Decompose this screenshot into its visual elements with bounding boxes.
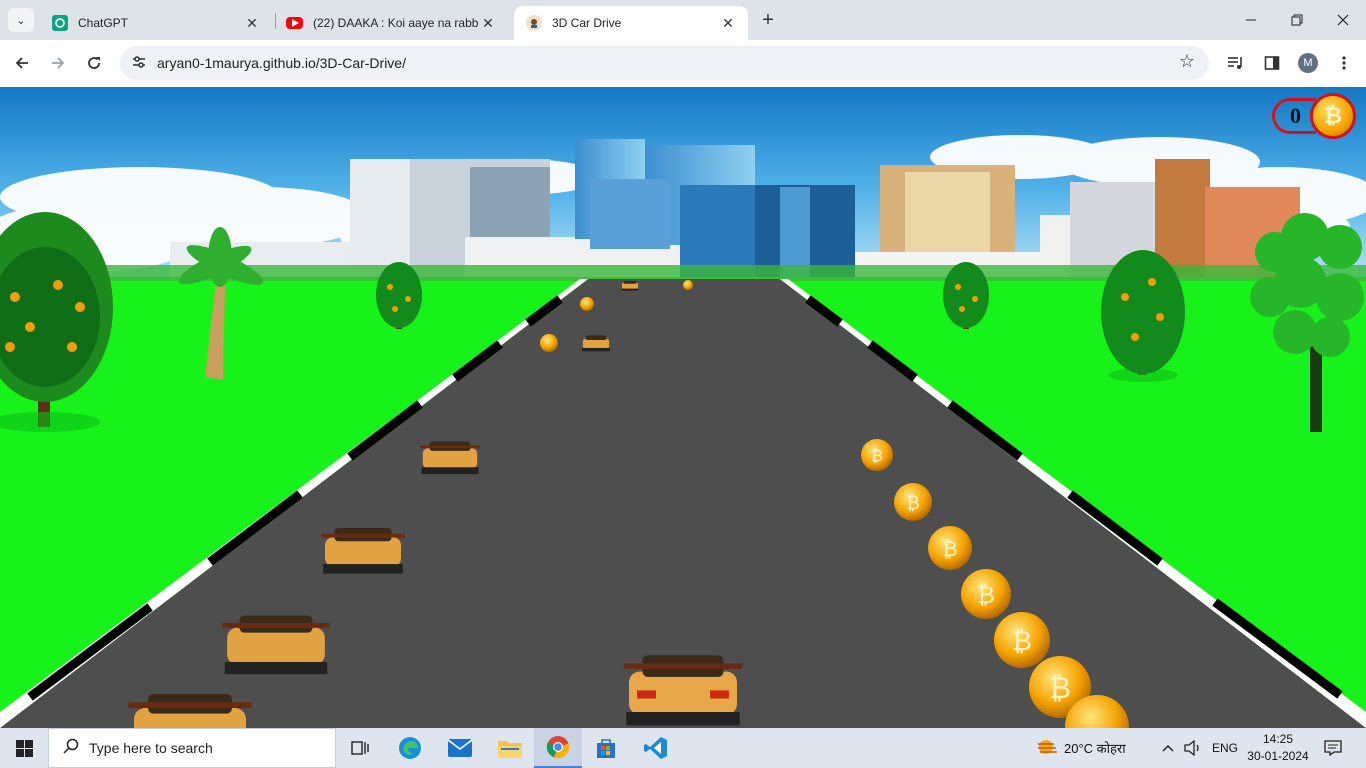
coin — [540, 334, 558, 352]
car — [222, 615, 330, 675]
taskbar-search-box[interactable]: Type here to search — [48, 728, 336, 768]
clock-time: 14:25 — [1262, 732, 1294, 746]
tab-title: (22) DAAKA : Koi aaye na rabba — [313, 16, 478, 30]
address-bar[interactable]: aryan0-1maurya.github.io/3D-Car-Drive/ ☆ — [120, 46, 1209, 80]
notification-center-button[interactable] — [1320, 736, 1346, 760]
show-hidden-icons-button[interactable] — [1162, 728, 1174, 768]
arrow-left-icon — [15, 57, 28, 69]
game-scene: ₿ ₿ ₿ ₿ ₿ ₿ — [0, 87, 1366, 728]
svg-text:₿: ₿ — [942, 537, 958, 561]
browser-toolbar: aryan0-1maurya.github.io/3D-Car-Drive/ ☆… — [0, 40, 1366, 87]
vscode-icon — [644, 737, 667, 759]
tab-title: ChatGPT — [78, 16, 129, 30]
tab-search-button[interactable]: ⌄ — [8, 8, 34, 32]
reload-icon — [88, 57, 100, 69]
chrome-app[interactable] — [534, 728, 582, 768]
game-canvas[interactable]: ₿ ₿ ₿ ₿ ₿ ₿ 0 ₿ — [0, 87, 1366, 728]
tab-strip: ⌄ ChatGPT ✕ (22) DAAKA : Koi aaye na rab… — [0, 0, 1366, 40]
clock-date: 30-01-2024 — [1247, 749, 1309, 763]
tab-title: 3D Car Drive — [552, 16, 622, 30]
forward-button[interactable] — [43, 48, 73, 78]
task-view-button[interactable] — [336, 728, 384, 768]
arrow-right-icon — [52, 57, 65, 69]
start-button[interactable] — [0, 728, 48, 768]
search-placeholder: Type here to search — [89, 740, 213, 756]
restore-button[interactable] — [1274, 0, 1320, 40]
tab-chatgpt[interactable]: ChatGPT ✕ — [40, 6, 272, 40]
coin — [580, 297, 594, 311]
coin: ₿ — [861, 439, 893, 471]
close-window-button[interactable] — [1320, 0, 1366, 40]
chevron-up-icon — [1162, 744, 1174, 752]
speaker-icon — [1184, 740, 1199, 756]
close-tab-icon[interactable]: ✕ — [242, 15, 262, 32]
mail-icon — [448, 739, 472, 757]
tab-youtube[interactable]: (22) DAAKA : Koi aaye na rabba ✕ — [274, 6, 512, 40]
url-text: aryan0-1maurya.github.io/3D-Car-Drive/ — [157, 55, 406, 71]
coin-score: 0 ₿ — [1272, 93, 1356, 139]
close-tab-icon[interactable]: ✕ — [718, 15, 738, 32]
weather-text: 20°C कोहरा — [1064, 741, 1126, 756]
more-menu-icon[interactable] — [1331, 50, 1357, 76]
coin: ₿ — [961, 569, 1011, 619]
coin: ₿ — [894, 483, 932, 521]
taskbar: Type here to search 20°C कोहरा ENG 14:25… — [0, 728, 1366, 768]
language-indicator[interactable]: ENG — [1212, 728, 1238, 768]
side-panel-icon[interactable] — [1259, 50, 1285, 76]
car — [321, 528, 405, 574]
minimize-button[interactable] — [1228, 0, 1274, 40]
clock[interactable]: 14:25 30-01-2024 — [1244, 731, 1312, 765]
svg-text:₿: ₿ — [1012, 626, 1032, 657]
bitcoin-coin-icon: ₿ — [1310, 93, 1356, 139]
svg-text:₿: ₿ — [977, 581, 995, 609]
folder-icon — [498, 741, 522, 758]
file-explorer-app[interactable] — [486, 728, 534, 768]
bookmark-star-icon[interactable]: ☆ — [1179, 51, 1195, 72]
car-drive-favicon-icon — [526, 15, 542, 31]
search-icon — [63, 738, 81, 759]
media-controls-icon[interactable] — [1223, 50, 1249, 76]
vscode-app[interactable] — [632, 728, 680, 768]
chrome-icon — [546, 736, 570, 759]
volume-button[interactable] — [1184, 728, 1202, 768]
new-tab-button[interactable]: + — [758, 8, 778, 32]
store-app[interactable] — [582, 728, 630, 768]
weather-widget[interactable]: 20°C कोहरा — [1036, 728, 1126, 768]
coin: ₿ — [994, 612, 1050, 668]
coin: ₿ — [928, 526, 972, 570]
tab-3d-car-drive[interactable]: 3D Car Drive ✕ — [514, 6, 748, 40]
edge-app[interactable] — [386, 728, 434, 768]
task-view-icon — [351, 741, 369, 755]
notification-icon — [1324, 740, 1342, 756]
car — [420, 441, 480, 475]
chevron-down-icon: ⌄ — [16, 14, 26, 27]
player-car — [623, 655, 743, 726]
profile-avatar[interactable]: M — [1298, 53, 1318, 73]
car — [621, 281, 639, 291]
chatgpt-favicon-icon — [52, 15, 68, 31]
coin-symbol: ₿ — [871, 446, 883, 465]
car — [582, 335, 610, 352]
close-tab-icon[interactable]: ✕ — [478, 15, 498, 32]
site-info-icon[interactable] — [130, 54, 148, 72]
back-button[interactable] — [7, 48, 37, 78]
reload-button[interactable] — [79, 48, 109, 78]
mail-app[interactable] — [436, 728, 484, 768]
youtube-favicon-icon — [286, 17, 303, 29]
windows-logo-icon — [15, 739, 33, 757]
coin — [683, 280, 693, 290]
weather-fog-icon — [1038, 740, 1057, 754]
edge-icon — [399, 737, 421, 759]
svg-text:₿: ₿ — [906, 493, 919, 514]
store-icon — [597, 739, 615, 758]
svg-text:₿: ₿ — [1049, 671, 1071, 706]
